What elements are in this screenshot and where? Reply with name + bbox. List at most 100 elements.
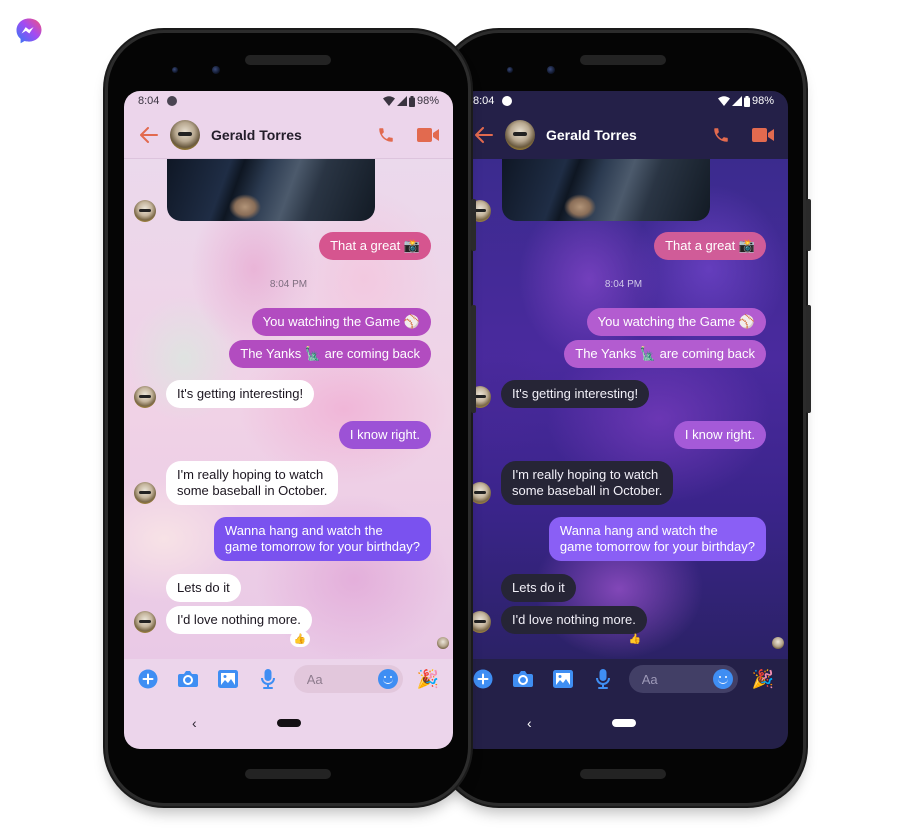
gallery-icon	[553, 670, 573, 688]
audio-call-button[interactable]	[712, 126, 730, 144]
message-bubble-incoming[interactable]: I'm really hoping to watch some baseball…	[501, 461, 674, 505]
message-bubble-outgoing[interactable]: That a great 📸	[319, 232, 431, 260]
plus-icon	[473, 669, 493, 689]
video-call-icon	[752, 128, 774, 142]
gallery-icon	[218, 670, 238, 688]
sender-avatar	[134, 200, 156, 222]
video-call-button[interactable]	[417, 127, 439, 143]
messenger-logo-icon	[16, 18, 42, 44]
thumbs-up-reaction[interactable]: 👍	[290, 631, 310, 647]
message-bubble-outgoing[interactable]: I know right.	[338, 421, 431, 449]
arrow-left-icon	[140, 126, 158, 143]
volume-button	[471, 305, 476, 413]
contact-name[interactable]: Gerald Torres	[211, 127, 302, 143]
message-bubble-incoming[interactable]: I'm really hoping to watch some baseball…	[166, 461, 339, 505]
battery-percent: 98%	[751, 95, 774, 107]
sender-avatar	[134, 611, 156, 633]
shared-photo[interactable]	[167, 159, 375, 221]
chat-screen: 8:04 98% Gerald Torres That a great 📸 8:…	[124, 91, 453, 749]
message-bubble-incoming[interactable]: Lets do it	[166, 574, 241, 602]
gallery-button[interactable]	[553, 669, 573, 689]
system-home-button[interactable]	[611, 719, 636, 727]
camera-icon	[178, 671, 198, 687]
front-camera	[547, 66, 555, 74]
message-bubble-incoming[interactable]: Lets do it	[501, 574, 576, 602]
bottom-speaker	[245, 769, 331, 779]
video-call-button[interactable]	[752, 127, 774, 143]
plus-icon	[138, 669, 158, 689]
back-button[interactable]	[138, 124, 160, 146]
power-button	[806, 199, 811, 251]
volume-button	[806, 305, 811, 413]
message-bubble-incoming[interactable]: It's getting interesting!	[166, 380, 315, 408]
message-bubble-outgoing[interactable]: Wanna hang and watch the game tomorrow f…	[213, 517, 431, 561]
voice-clip-button[interactable]	[593, 669, 613, 689]
voice-clip-button[interactable]	[258, 669, 278, 689]
message-bubble-outgoing[interactable]: The Yanks 🗽 are coming back	[229, 340, 431, 368]
earpiece-speaker	[245, 55, 331, 65]
message-bubble-incoming[interactable]: I'd love nothing more.	[166, 606, 312, 634]
smiley-icon[interactable]	[712, 669, 733, 689]
earpiece-speaker	[580, 55, 666, 65]
camera-icon	[513, 671, 533, 687]
back-button[interactable]	[473, 124, 495, 146]
message-list: That a great 📸 8:04 PM You watching the …	[124, 159, 453, 659]
message-bubble-outgoing[interactable]: The Yanks 🗽 are coming back	[564, 340, 766, 368]
system-nav-bar: ‹	[459, 699, 788, 749]
message-bubble-incoming[interactable]: It's getting interesting!	[501, 380, 650, 408]
read-receipt-avatar	[437, 637, 449, 649]
thumbs-up-reaction[interactable]: 👍	[625, 631, 645, 647]
message-input-field[interactable]	[293, 665, 403, 693]
quick-reaction-button[interactable]: 🎉	[417, 669, 439, 689]
camera-button[interactable]	[178, 669, 198, 689]
contact-name[interactable]: Gerald Torres	[546, 127, 637, 143]
phone-frame-light: 8:04 98% Gerald Torres That a great 📸 8:…	[108, 33, 476, 803]
arrow-left-icon	[475, 127, 493, 143]
message-bubble-outgoing[interactable]: You watching the Game ⚾	[586, 308, 766, 336]
sender-avatar	[469, 611, 491, 633]
system-home-button[interactable]	[276, 719, 301, 727]
contact-avatar[interactable]	[505, 120, 535, 150]
bottom-speaker	[580, 769, 666, 779]
phone-call-icon	[379, 127, 393, 142]
message-bubble-outgoing[interactable]: That a great 📸	[654, 232, 766, 260]
message-list: That a great 📸 8:04 PM You watching the …	[459, 159, 788, 659]
more-actions-button[interactable]	[138, 669, 158, 689]
wifi-icon	[717, 96, 730, 106]
battery-percent: 98%	[416, 95, 439, 107]
audio-call-button[interactable]	[377, 126, 395, 144]
sender-avatar	[134, 482, 156, 504]
chat-header: Gerald Torres	[459, 111, 788, 159]
message-composer: 🎉	[124, 659, 453, 699]
quick-reaction-button[interactable]: 🎉	[752, 669, 774, 689]
power-button	[471, 199, 476, 251]
phone-call-icon	[714, 128, 728, 142]
message-bubble-outgoing[interactable]: You watching the Game ⚾	[251, 308, 431, 336]
smiley-icon[interactable]	[377, 669, 398, 689]
read-receipt-avatar	[772, 637, 784, 649]
contact-avatar[interactable]	[170, 119, 200, 150]
status-bar: 8:04 98%	[124, 91, 453, 111]
message-input[interactable]	[306, 671, 377, 687]
signal-icon	[396, 96, 407, 106]
status-time: 8:04	[138, 95, 160, 107]
system-back-button[interactable]: ‹	[527, 715, 532, 731]
more-actions-button[interactable]	[473, 669, 493, 689]
message-input[interactable]	[641, 671, 712, 687]
gallery-button[interactable]	[218, 669, 238, 689]
message-input-field[interactable]	[628, 665, 738, 693]
chat-header: Gerald Torres	[124, 111, 453, 159]
camera-button[interactable]	[513, 669, 533, 689]
message-bubble-outgoing[interactable]: I know right.	[673, 421, 766, 449]
messenger-icon	[502, 96, 513, 106]
system-back-button[interactable]: ‹	[192, 715, 197, 731]
message-timestamp: 8:04 PM	[269, 279, 308, 290]
battery-icon	[408, 95, 415, 107]
shared-photo[interactable]	[502, 159, 710, 221]
message-bubble-incoming[interactable]: I'd love nothing more.	[501, 606, 647, 634]
messenger-icon	[167, 96, 178, 106]
message-bubble-outgoing[interactable]: Wanna hang and watch the game tomorrow f…	[548, 517, 766, 561]
wifi-icon	[382, 96, 395, 106]
front-sensor	[507, 67, 513, 73]
phone-frame-dark: 8:04 98% Gerald Torres That a great 📸 8:…	[443, 33, 811, 803]
